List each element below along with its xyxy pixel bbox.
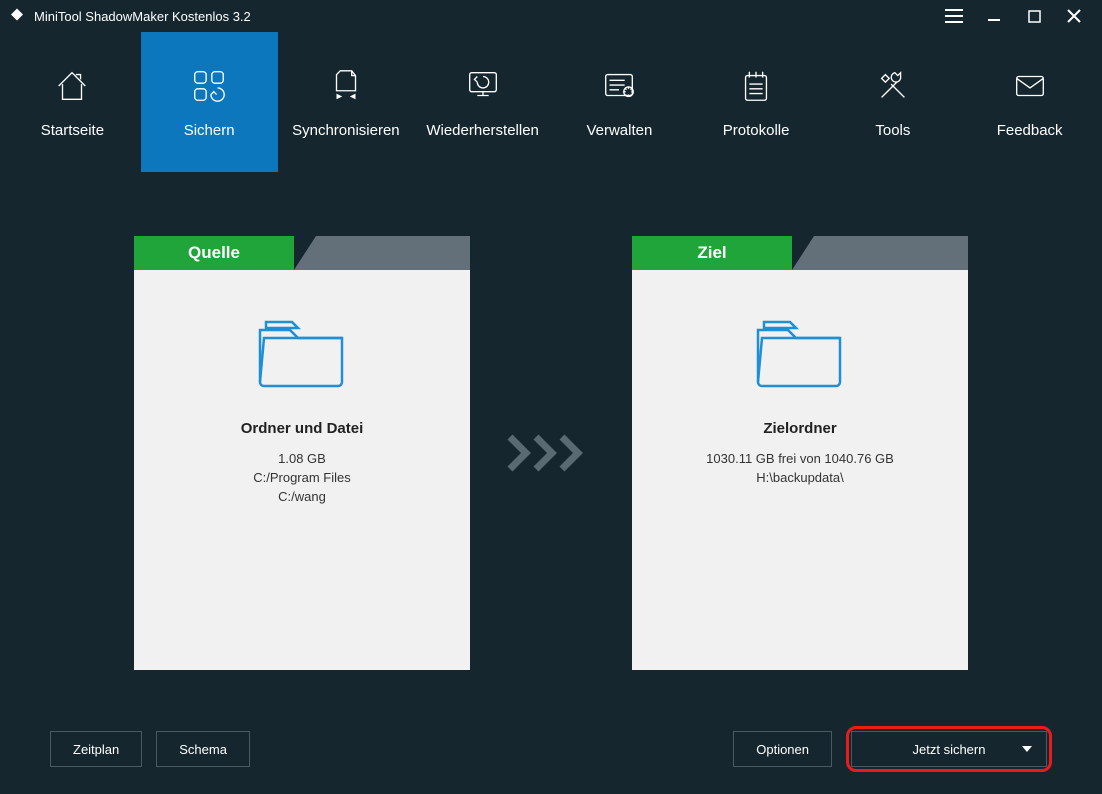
- sync-icon: [326, 66, 366, 106]
- scheme-button[interactable]: Schema: [156, 731, 250, 767]
- chevron-down-icon[interactable]: [1022, 746, 1032, 752]
- restore-icon: [463, 66, 503, 106]
- source-path: C:/wang: [278, 489, 326, 504]
- destination-tab: Ziel: [632, 236, 792, 270]
- nav-restore[interactable]: Wiederherstellen: [414, 32, 551, 172]
- source-card[interactable]: Ordner und Datei 1.08 GB C:/Program File…: [134, 270, 470, 670]
- nav-label: Sichern: [184, 122, 235, 139]
- backup-now-highlight: Jetzt sichern: [846, 726, 1052, 772]
- destination-panel: Ziel Zielordner 1030.11 GB frei von 1040…: [632, 236, 968, 670]
- content-area: Quelle Ordner und Datei 1.08 GB C:/Progr…: [0, 172, 1102, 704]
- main-nav: Startseite Sichern Synchronisieren Wiede…: [4, 32, 1098, 172]
- source-path: C:/Program Files: [253, 470, 351, 485]
- source-panel: Quelle Ordner und Datei 1.08 GB C:/Progr…: [134, 236, 470, 670]
- titlebar: MiniTool ShadowMaker Kostenlos 3.2: [0, 0, 1102, 32]
- destination-tab-spacer: [792, 236, 968, 270]
- nav-label: Synchronisieren: [292, 122, 400, 139]
- nav-logs[interactable]: Protokolle: [688, 32, 825, 172]
- app-logo-icon: [8, 7, 26, 25]
- feedback-icon: [1010, 66, 1050, 106]
- nav-label: Startseite: [41, 122, 104, 139]
- home-icon: [52, 66, 92, 106]
- source-tab: Quelle: [134, 236, 294, 270]
- folder-icon: [252, 310, 352, 390]
- options-button[interactable]: Optionen: [733, 731, 832, 767]
- nav-sync[interactable]: Synchronisieren: [278, 32, 415, 172]
- nav-feedback[interactable]: Feedback: [961, 32, 1098, 172]
- folder-icon: [750, 310, 850, 390]
- nav-tools[interactable]: Tools: [825, 32, 962, 172]
- source-tab-spacer: [294, 236, 470, 270]
- footer-bar: Zeitplan Schema Optionen Jetzt sichern: [0, 704, 1102, 794]
- menu-button[interactable]: [934, 0, 974, 32]
- app-title: MiniTool ShadowMaker Kostenlos 3.2: [34, 9, 251, 24]
- nav-label: Verwalten: [586, 122, 652, 139]
- app-window: MiniTool ShadowMaker Kostenlos 3.2 Start…: [0, 0, 1102, 794]
- arrow-icon: [506, 433, 596, 473]
- close-button[interactable]: [1054, 0, 1094, 32]
- destination-path: H:\backupdata\: [756, 470, 843, 485]
- schedule-button[interactable]: Zeitplan: [50, 731, 142, 767]
- manage-icon: [599, 66, 639, 106]
- source-title: Ordner und Datei: [241, 420, 364, 437]
- minimize-button[interactable]: [974, 0, 1014, 32]
- backup-icon: [189, 66, 229, 106]
- nav-manage[interactable]: Verwalten: [551, 32, 688, 172]
- nav-backup[interactable]: Sichern: [141, 32, 278, 172]
- nav-label: Protokolle: [723, 122, 790, 139]
- nav-label: Wiederherstellen: [426, 122, 539, 139]
- nav-home[interactable]: Startseite: [4, 32, 141, 172]
- logs-icon: [736, 66, 776, 106]
- destination-free-space: 1030.11 GB frei von 1040.76 GB: [706, 451, 894, 466]
- nav-label: Tools: [875, 122, 910, 139]
- nav-label: Feedback: [997, 122, 1063, 139]
- backup-now-label: Jetzt sichern: [913, 742, 986, 757]
- source-size: 1.08 GB: [278, 451, 326, 466]
- destination-card[interactable]: Zielordner 1030.11 GB frei von 1040.76 G…: [632, 270, 968, 670]
- backup-now-button[interactable]: Jetzt sichern: [851, 731, 1047, 767]
- maximize-button[interactable]: [1014, 0, 1054, 32]
- destination-title: Zielordner: [763, 420, 836, 437]
- tools-icon: [873, 66, 913, 106]
